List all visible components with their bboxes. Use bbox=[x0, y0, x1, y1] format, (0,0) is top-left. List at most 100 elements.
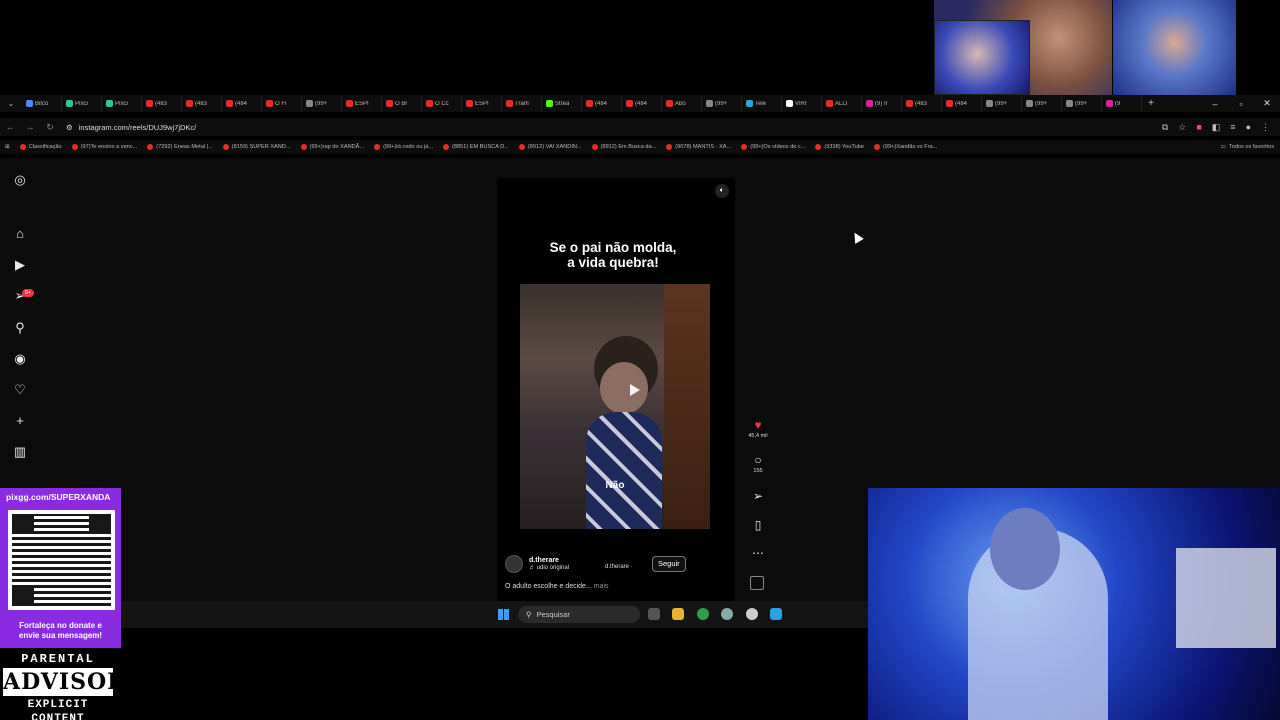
bookmark-item[interactable]: (9338) YouTube bbox=[810, 144, 869, 150]
browser-tab[interactable]: (483 bbox=[182, 96, 222, 111]
profile-avatar[interactable]: ● bbox=[1246, 122, 1251, 133]
site-info-icon[interactable]: ⚙ bbox=[66, 123, 73, 132]
reload-icon[interactable]: ↻ bbox=[40, 122, 60, 133]
search-icon[interactable]: ⚲ bbox=[12, 320, 28, 336]
bookmark-item[interactable]: (99+)Os vídeos de c... bbox=[736, 144, 810, 150]
browser-tab[interactable]: Strea bbox=[542, 96, 582, 111]
browser-tab[interactable]: (484 bbox=[622, 96, 662, 111]
reel-player[interactable]: 🔈︎ Se o pai não molda, a vida quebra! Nã… bbox=[497, 178, 735, 603]
like-action[interactable]: ♥ 45,4 mil bbox=[744, 418, 772, 439]
bookmark-item[interactable]: (9078) MANTIS - XA... bbox=[661, 144, 736, 150]
close-icon[interactable]: ✕ bbox=[1254, 98, 1280, 109]
author-avatar[interactable] bbox=[505, 555, 523, 573]
ellipsis-icon[interactable]: ⋯ bbox=[744, 546, 772, 560]
browser-tab[interactable]: ESPI bbox=[462, 96, 502, 111]
browser-tab[interactable]: Bitco bbox=[22, 96, 62, 111]
audio-label[interactable]: ♬ udio original bbox=[529, 565, 569, 571]
new-tab-button[interactable]: + bbox=[1142, 98, 1160, 109]
task-view-icon[interactable] bbox=[648, 608, 660, 620]
bookmark-item[interactable]: Classificação bbox=[15, 144, 67, 150]
comment-action[interactable]: ○ 155 bbox=[744, 453, 772, 474]
reel-video[interactable]: Não bbox=[520, 284, 710, 529]
apps-icon[interactable]: ⊞ bbox=[0, 144, 15, 150]
browser-tab[interactable]: (483 bbox=[902, 96, 942, 111]
all-bookmarks[interactable]: ▭ Todos os favoritos bbox=[1221, 140, 1274, 154]
browser-tab[interactable]: ESPI bbox=[342, 96, 382, 111]
browser-tab[interactable]: Abo bbox=[662, 96, 702, 111]
bookmark-item[interactable]: (99+)tá cedo ou já... bbox=[369, 144, 438, 150]
browser-tab[interactable]: (99+ bbox=[1022, 96, 1062, 111]
browser-tab[interactable]: (484 bbox=[222, 96, 262, 111]
browser-tab[interactable]: VIRI bbox=[782, 96, 822, 111]
forward-icon[interactable]: → bbox=[20, 122, 40, 132]
bookmark-item[interactable]: (8912) VAI XANDIN... bbox=[514, 144, 587, 150]
browser-tab[interactable]: PixG bbox=[62, 96, 102, 111]
browser-tab[interactable]: Tram bbox=[502, 96, 542, 111]
create-icon[interactable]: + bbox=[12, 413, 28, 429]
settings-icon[interactable] bbox=[721, 608, 733, 620]
extension-icon[interactable]: ■ bbox=[1196, 122, 1201, 133]
browser-tab[interactable]: PixG bbox=[102, 96, 142, 111]
video-subtitle: Não bbox=[605, 480, 625, 491]
browser-tab[interactable]: (99+ bbox=[982, 96, 1022, 111]
app-icon[interactable] bbox=[746, 608, 758, 620]
bookmark-item[interactable]: (99+)Xandão vs Fra... bbox=[869, 144, 942, 150]
browser-tab[interactable]: (9 bbox=[1102, 96, 1142, 111]
browser-tab[interactable]: Tele bbox=[742, 96, 782, 111]
comment-icon[interactable]: ○ bbox=[744, 453, 772, 467]
bookmark-item[interactable]: (8851) EM BUSCA D... bbox=[438, 144, 514, 150]
maximize-icon[interactable]: ▫ bbox=[1228, 99, 1254, 109]
play-icon[interactable] bbox=[630, 384, 640, 396]
browser-tab[interactable]: (483 bbox=[142, 96, 182, 111]
tab-search-icon[interactable]: ⌄ bbox=[0, 99, 22, 108]
audio-toggle-icon[interactable]: 🔈︎ bbox=[715, 184, 729, 198]
tab-label: (483 bbox=[915, 100, 928, 107]
bookmark-icon[interactable]: ▯ bbox=[744, 518, 772, 532]
windows-start-icon[interactable] bbox=[498, 609, 509, 620]
bookmark-item[interactable]: (8159) SUPER XAND... bbox=[218, 144, 296, 150]
bookmark-item[interactable]: (97)Te ensino a venc... bbox=[67, 144, 143, 150]
install-icon[interactable]: ⧉ bbox=[1162, 122, 1168, 133]
browser-tab[interactable]: (484 bbox=[582, 96, 622, 111]
steam-icon[interactable] bbox=[770, 608, 782, 620]
notifications-heart-icon[interactable]: ♡ bbox=[12, 382, 28, 398]
browser-tab[interactable]: O Fi bbox=[262, 96, 302, 111]
minimize-icon[interactable]: – bbox=[1202, 99, 1228, 109]
browser-tab[interactable]: (484 bbox=[942, 96, 982, 111]
back-icon[interactable]: ← bbox=[0, 122, 20, 132]
heart-icon[interactable]: ♥ bbox=[744, 418, 772, 432]
taskbar-search[interactable]: ⚲ Pesquisar bbox=[518, 606, 640, 623]
menu-icon[interactable]: ⋮ bbox=[1261, 122, 1270, 133]
instagram-logo-icon[interactable]: ◎ bbox=[12, 172, 28, 188]
more-link[interactable]: mais bbox=[594, 583, 609, 590]
file-explorer-icon[interactable] bbox=[672, 608, 684, 620]
dashboard-icon[interactable]: ▥ bbox=[12, 444, 28, 460]
more-options[interactable]: ⋯ bbox=[744, 546, 772, 560]
taskbar-search-placeholder: Pesquisar bbox=[536, 610, 570, 619]
browser-tab[interactable]: (99+ bbox=[1062, 96, 1102, 111]
browser-tab[interactable]: O Br bbox=[382, 96, 422, 111]
follow-button[interactable]: Seguir bbox=[652, 556, 686, 572]
bookmark-item[interactable]: (7292) Eneas Metal |... bbox=[142, 144, 218, 150]
save-action[interactable]: ▯ bbox=[744, 518, 772, 532]
reels-icon[interactable]: ▶ bbox=[12, 257, 28, 273]
audio-thumbnail[interactable] bbox=[750, 576, 764, 590]
author-name[interactable]: d.therare bbox=[529, 557, 569, 564]
bookmark-item[interactable]: (99+)rap do XANDÃ... bbox=[296, 144, 370, 150]
explore-icon[interactable]: ◉ bbox=[12, 351, 28, 367]
share-action[interactable]: ➢ bbox=[744, 489, 772, 503]
media-icon[interactable]: ≡ bbox=[1230, 122, 1235, 133]
share-icon[interactable]: ➢ bbox=[744, 489, 772, 503]
home-icon[interactable]: ⌂ bbox=[12, 226, 28, 242]
bookmark-star-icon[interactable]: ☆ bbox=[1178, 122, 1186, 133]
browser-tab[interactable]: O Cc bbox=[422, 96, 462, 111]
browser-tab[interactable]: (99+ bbox=[702, 96, 742, 111]
url-field[interactable]: ⚙ instagram.com/reels/DUJ9wj7jDKc/ bbox=[66, 123, 1162, 132]
tab-favicon-icon bbox=[426, 100, 433, 107]
bookmark-item[interactable]: (8912) Em Busca da... bbox=[587, 144, 662, 150]
browser-tab[interactable]: (99+ bbox=[302, 96, 342, 111]
extensions-icon[interactable]: ◧ bbox=[1212, 122, 1221, 133]
browser-tab[interactable]: ALLI bbox=[822, 96, 862, 111]
browser-tab[interactable]: (9) Ir bbox=[862, 96, 902, 111]
chrome-icon[interactable] bbox=[697, 608, 709, 620]
